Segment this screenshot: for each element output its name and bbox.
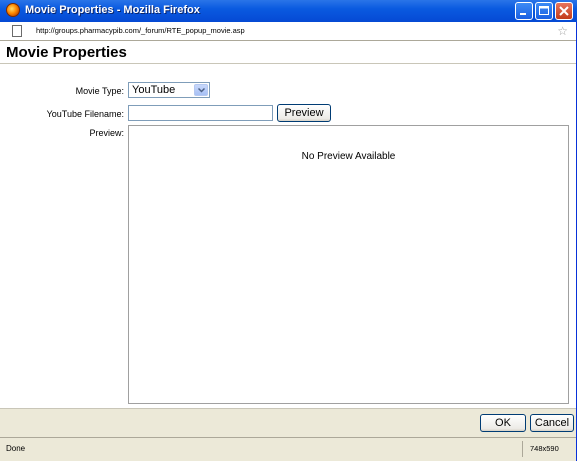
url-text[interactable]: http://groups.pharmacypib.com/_forum/RTE…: [36, 26, 245, 35]
minimize-button[interactable]: [515, 2, 533, 20]
close-icon: [559, 6, 569, 16]
movie-type-select[interactable]: YouTube: [128, 82, 210, 98]
dialog-footer: OK Cancel: [0, 408, 576, 437]
title-bar[interactable]: Movie Properties - Mozilla Firefox: [0, 0, 577, 22]
maximize-icon: [539, 6, 549, 15]
cancel-button[interactable]: Cancel: [530, 414, 574, 432]
browser-window: Movie Properties - Mozilla Firefox http:…: [0, 0, 577, 461]
window-title: Movie Properties - Mozilla Firefox: [25, 4, 200, 16]
youtube-filename-label: YouTube Filename:: [46, 109, 124, 119]
preview-message: No Preview Available: [301, 151, 396, 162]
status-bar: Done 748x590: [0, 437, 576, 461]
preview-label: Preview:: [89, 128, 124, 138]
heading-divider: [0, 63, 576, 64]
movie-type-label: Movie Type:: [75, 86, 124, 96]
page-content: Movie Properties Movie Type: YouTube You…: [0, 41, 576, 408]
maximize-button[interactable]: [535, 2, 553, 20]
window-dimensions: 748x590: [530, 444, 559, 453]
star-icon[interactable]: ☆: [557, 24, 568, 38]
address-bar[interactable]: http://groups.pharmacypib.com/_forum/RTE…: [0, 22, 576, 41]
page-icon: [12, 25, 22, 37]
ok-button[interactable]: OK: [480, 414, 526, 432]
dropdown-button[interactable]: [194, 84, 208, 96]
status-divider: [522, 441, 523, 457]
close-button[interactable]: [555, 2, 573, 20]
firefox-icon: [6, 3, 20, 17]
minimize-icon: [520, 13, 526, 15]
status-text: Done: [6, 444, 26, 453]
youtube-filename-input[interactable]: [128, 105, 273, 121]
preview-area: No Preview Available: [128, 125, 569, 404]
chevron-down-icon: [198, 87, 205, 93]
preview-button[interactable]: Preview: [277, 104, 331, 122]
page-title: Movie Properties: [6, 44, 127, 61]
movie-type-value: YouTube: [132, 84, 176, 96]
